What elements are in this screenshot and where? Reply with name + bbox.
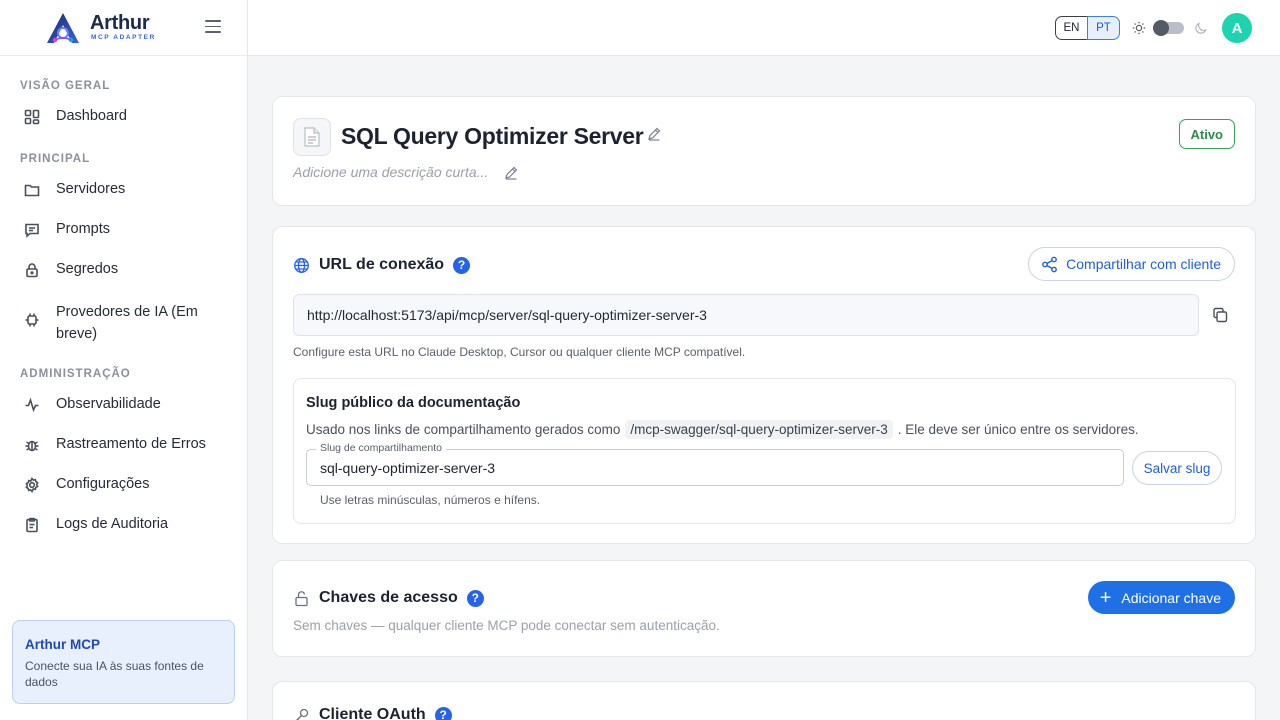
document-icon <box>293 118 331 156</box>
globe-icon <box>294 257 309 273</box>
lock-icon <box>24 262 42 280</box>
slug-desc-after: . Ele deve ser único entre os servidores… <box>897 422 1139 437</box>
oauth-title: Cliente OAuth <box>319 706 426 720</box>
save-slug-button[interactable]: Salvar slug <box>1132 451 1222 485</box>
theme-toggle-knob <box>1153 20 1169 36</box>
brand[interactable]: Arthur MCP ADAPTER <box>0 0 247 56</box>
nav-section-overview: VISÃO GERAL <box>20 80 111 92</box>
sidebar-item-dashboard[interactable]: Dashboard <box>0 108 147 127</box>
plus-icon: + <box>1099 586 1112 609</box>
lang-en-button[interactable]: EN <box>1055 16 1088 40</box>
copy-icon[interactable] <box>1212 307 1228 323</box>
nav-section-admin: ADMINISTRAÇÃO <box>20 368 131 380</box>
oauth-client-card: Cliente OAuth ? <box>272 681 1256 720</box>
slug-title: Slug público da documentação <box>306 395 521 411</box>
sidebar-item-servers[interactable]: Servidores <box>0 181 145 200</box>
slug-input[interactable]: sql-query-optimizer-server-3 <box>306 449 1124 486</box>
nav-section-main: PRINCIPAL <box>20 153 91 165</box>
message-icon <box>24 222 42 240</box>
access-keys-card: Chaves de acesso ? + Adicionar chave Sem… <box>272 560 1256 657</box>
slug-desc-before: Usado nos links de compartilhamento gera… <box>306 422 621 437</box>
folder-icon <box>24 182 42 200</box>
connection-hint: Configure esta URL no Claude Desktop, Cu… <box>293 345 746 359</box>
oauth-help-icon[interactable]: ? <box>434 706 452 720</box>
sidebar: Arthur MCP ADAPTER VISÃO GERAL Dashboard… <box>0 0 248 720</box>
connection-url-field[interactable]: http://localhost:5173/api/mcp/server/sql… <box>293 294 1199 336</box>
promo-text: Conecte sua IA às suas fontes de dados <box>25 659 204 689</box>
slug-panel: Slug público da documentação Usado nos l… <box>293 378 1236 524</box>
access-keys-title: Chaves de acesso <box>319 589 458 606</box>
edit-title-icon[interactable] <box>647 127 661 141</box>
sidebar-item-label: Observabilidade <box>56 396 161 412</box>
description-placeholder[interactable]: Adicione uma descrição curta... <box>293 164 488 180</box>
share-icon <box>1042 256 1058 272</box>
slug-path-code: /mcp-swagger/sql-query-optimizer-server-… <box>625 420 893 439</box>
brand-subtitle: MCP ADAPTER <box>91 34 156 42</box>
slug-hint: Use letras minúsculas, números e hífens. <box>320 493 541 507</box>
slug-input-label: Slug de compartilhamento <box>316 442 446 454</box>
sidebar-item-secrets[interactable]: Segredos <box>0 261 138 280</box>
key-icon <box>295 708 309 720</box>
status-badge: Ativo <box>1178 119 1235 149</box>
share-label: Compartilhar com cliente <box>1066 256 1221 272</box>
access-keys-header: Chaves de acesso ? <box>293 589 484 607</box>
bug-icon <box>24 437 42 455</box>
sun-icon <box>1132 21 1146 35</box>
activity-icon <box>24 397 42 415</box>
sidebar-item-audit-logs[interactable]: Logs de Auditoria <box>0 516 188 535</box>
sidebar-item-label: Configurações <box>56 476 150 492</box>
chip-icon <box>24 312 42 330</box>
access-keys-help-icon[interactable]: ? <box>466 589 484 607</box>
share-with-client-button[interactable]: Compartilhar com cliente <box>1028 247 1235 281</box>
connection-url-card: URL de conexão ? Compartilhar com client… <box>272 226 1256 544</box>
sidebar-item-settings[interactable]: Configurações <box>0 476 170 495</box>
topbar: EN PT A <box>248 0 1280 56</box>
menu-toggle-icon[interactable] <box>205 20 221 34</box>
promo-card: Arthur MCP Conecte sua IA às suas fontes… <box>12 620 235 704</box>
arthur-logo-icon <box>47 12 79 43</box>
sidebar-item-label: Servidores <box>56 181 126 197</box>
sidebar-item-label: Provedores de IA (Em breve) <box>56 304 198 342</box>
slug-description: Usado nos links de compartilhamento gera… <box>306 420 1139 439</box>
server-title: SQL Query Optimizer Server <box>341 123 644 149</box>
server-header-card: SQL Query Optimizer Server Adicione uma … <box>272 96 1256 206</box>
theme-toggle[interactable] <box>1153 20 1184 36</box>
edit-description-icon[interactable] <box>504 166 518 180</box>
brand-name: Arthur <box>90 12 150 35</box>
sidebar-item-label: Rastreamento de Erros <box>56 436 206 452</box>
connection-help-icon[interactable]: ? <box>453 256 471 274</box>
promo-title: Arthur MCP <box>25 637 100 652</box>
language-switcher: EN PT <box>1055 16 1120 40</box>
sidebar-item-label: Logs de Auditoria <box>56 516 169 532</box>
clipboard-icon <box>24 517 42 535</box>
sidebar-item-label: Dashboard <box>56 108 127 124</box>
sidebar-item-error-tracking[interactable]: Rastreamento de Erros <box>0 436 226 455</box>
no-keys-text: Sem chaves — qualquer cliente MCP pode c… <box>293 618 720 633</box>
connection-title: URL de conexão <box>319 256 445 273</box>
sidebar-item-label: Segredos <box>56 261 119 277</box>
avatar[interactable]: A <box>1222 13 1252 43</box>
moon-icon <box>1195 22 1207 34</box>
gear-icon <box>24 477 42 495</box>
add-key-label: Adicionar chave <box>1121 589 1221 606</box>
grid-icon <box>24 109 42 127</box>
sidebar-item-label: Prompts <box>56 221 110 237</box>
add-key-button[interactable]: + Adicionar chave <box>1087 581 1235 614</box>
connection-section-header: URL de conexão ? <box>293 256 471 274</box>
sidebar-item-ai-providers[interactable]: Provedores de IA (Em breve) <box>0 301 220 345</box>
lang-pt-button[interactable]: PT <box>1087 16 1120 40</box>
unlock-icon <box>295 590 308 606</box>
sidebar-item-observability[interactable]: Observabilidade <box>0 396 181 415</box>
sidebar-item-prompts[interactable]: Prompts <box>0 221 130 240</box>
oauth-header: Cliente OAuth ? <box>293 706 452 720</box>
